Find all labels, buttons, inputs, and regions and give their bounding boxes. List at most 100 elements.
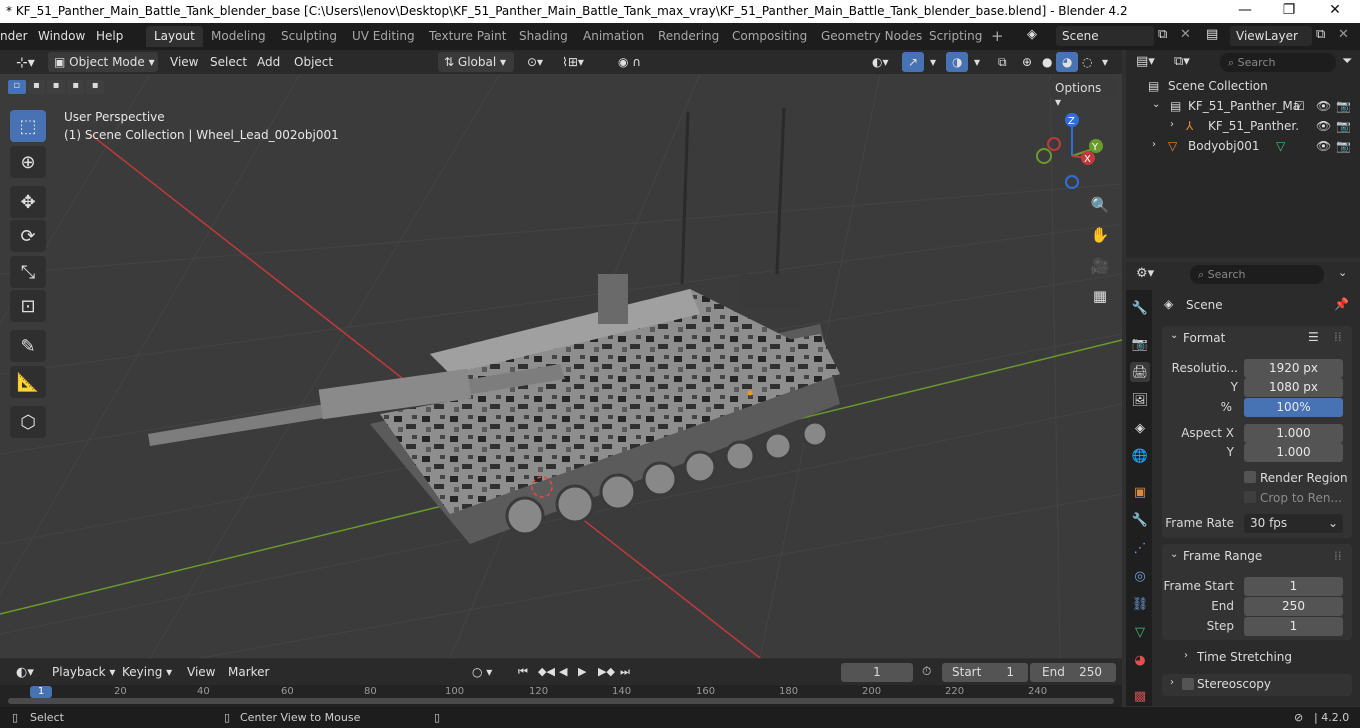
resolution-percent-field[interactable]: 100% — [1244, 398, 1343, 417]
select-intersect-icon[interactable]: ▪ — [86, 80, 104, 94]
preview-range-icon[interactable]: ⏱ — [922, 664, 931, 679]
outliner-editor-icon[interactable]: ▤▾ — [1136, 54, 1155, 69]
end-frame-field[interactable]: End 250 — [1030, 663, 1116, 682]
eye-icon[interactable]: 👁 — [1316, 119, 1331, 133]
current-frame-field[interactable]: 1 — [841, 663, 913, 682]
auto-keying-icon[interactable]: ○ ▾ — [466, 662, 498, 682]
filter-icon[interactable]: ⏷ — [1342, 54, 1352, 69]
drag-handle-icon[interactable]: ⁞⁞ — [1334, 330, 1342, 344]
outliner-row-panther-collection[interactable]: ⌄ ▤ KF_51_Panther_Ma ☑ 👁 📷 — [1126, 97, 1360, 117]
aspect-x-field[interactable]: 1.000 — [1244, 424, 1343, 443]
overlay-toggle-icon[interactable]: ◑ — [946, 52, 969, 72]
scene-tab-icon[interactable]: ◈ — [1130, 418, 1150, 438]
gizmo-dropdown-icon[interactable]: ▾ — [924, 52, 942, 72]
tab-shading[interactable]: Shading — [511, 26, 576, 47]
mode-selector[interactable]: ▣ Object Mode ▾ — [48, 52, 158, 72]
camera-icon[interactable]: 📷 — [1336, 139, 1351, 153]
expand-chevron-icon[interactable]: › — [1170, 677, 1174, 688]
aspect-y-field[interactable]: 1.000 — [1244, 443, 1343, 462]
pin-icon[interactable]: 📌 — [1334, 297, 1349, 311]
stereoscopy-label[interactable]: Stereoscopy — [1197, 677, 1271, 691]
view-layer-tab-icon[interactable]: 🖼 — [1130, 390, 1150, 410]
tab-scripting[interactable]: Scripting — [921, 26, 990, 47]
eye-icon[interactable]: 👁 — [1316, 99, 1331, 113]
constraints-tab-icon[interactable]: ⛓ — [1130, 594, 1150, 614]
pan-hand-icon[interactable]: ✋ — [1087, 222, 1113, 248]
resolution-y-field[interactable]: 1080 px — [1244, 378, 1343, 397]
frame-range-panel-title[interactable]: Frame Range — [1183, 549, 1262, 563]
object-tab-icon[interactable]: ▣ — [1130, 482, 1150, 502]
menu-add[interactable]: Add — [251, 52, 286, 72]
outliner-row-panther-object[interactable]: › ⅄ KF_51_Panther. 👁 📷 — [1126, 117, 1360, 137]
expand-chevron-icon[interactable]: ⌄ — [1152, 99, 1160, 110]
play-reverse-icon[interactable]: ◀ — [553, 662, 573, 682]
particles-tab-icon[interactable]: ⋰ — [1130, 538, 1150, 558]
cursor-tool[interactable]: ⊕ — [10, 146, 46, 178]
output-tab-icon[interactable]: 🖨 — [1130, 362, 1150, 382]
playhead[interactable]: 1 — [30, 686, 52, 698]
camera-view-icon[interactable]: 🎥 — [1087, 253, 1113, 279]
measure-tool[interactable]: 📐 — [10, 366, 46, 398]
transform-orientation-selector[interactable]: ⇅ Global ▾ — [438, 52, 514, 72]
timeline-editor-icon[interactable]: ◐▾ — [10, 662, 40, 682]
tab-animation[interactable]: Animation — [575, 26, 652, 47]
tab-rendering[interactable]: Rendering — [650, 26, 727, 47]
display-mode-icon[interactable]: ⧉▾ — [1174, 54, 1190, 69]
add-cube-tool[interactable]: ⬡ — [10, 406, 46, 438]
checkbox-icon[interactable]: ☑ — [1294, 99, 1305, 113]
close-button[interactable]: ✕ — [1312, 2, 1358, 18]
expand-chevron-icon[interactable]: › — [1152, 139, 1156, 150]
frame-step-field[interactable]: 1 — [1244, 617, 1343, 636]
keying-menu[interactable]: Keying ▾ — [116, 662, 178, 682]
menu-render[interactable]: nder — [0, 29, 28, 43]
scene-selector[interactable]: Scene — [1056, 26, 1154, 46]
new-scene-icon[interactable]: ⧉ — [1158, 27, 1167, 42]
wireframe-shading-icon[interactable]: ⊕ — [1016, 52, 1038, 72]
start-frame-field[interactable]: Start 1 — [942, 663, 1028, 682]
annotate-tool[interactable]: ✎ — [10, 330, 46, 362]
gizmo-toggle-icon[interactable]: ↗ — [902, 52, 925, 72]
select-box-tool[interactable]: ⬚ — [10, 110, 46, 142]
tab-geometry-nodes[interactable]: Geometry Nodes — [813, 26, 930, 47]
menu-window[interactable]: Window — [38, 29, 85, 43]
tool-tab-icon[interactable]: 🔧 — [1130, 298, 1150, 318]
new-view-layer-icon[interactable]: ⧉ — [1316, 27, 1325, 42]
material-tab-icon[interactable]: ◕ — [1130, 650, 1150, 670]
menu-select[interactable]: Select — [204, 52, 253, 72]
timeline-view-menu[interactable]: View — [181, 662, 221, 682]
tab-layout[interactable]: Layout — [146, 26, 203, 47]
maximize-button[interactable]: ❐ — [1266, 2, 1312, 18]
perspective-grid-icon[interactable]: ▦ — [1087, 283, 1113, 309]
camera-icon[interactable]: 📷 — [1336, 99, 1351, 113]
panel-collapse-chevron-icon[interactable]: ⌄ — [1170, 549, 1178, 560]
shading-dropdown-icon[interactable]: ▾ — [1096, 52, 1114, 72]
view-layer-selector[interactable]: ViewLayer — [1230, 26, 1312, 46]
panel-collapse-chevron-icon[interactable]: ⌄ — [1170, 330, 1178, 341]
delete-view-layer-icon[interactable]: ✕ — [1338, 27, 1349, 42]
tab-uv-editing[interactable]: UV Editing — [344, 26, 423, 47]
play-icon[interactable]: ▶ — [572, 662, 592, 682]
minimize-button[interactable]: — — [1222, 2, 1268, 18]
jump-start-icon[interactable]: ⏮ — [512, 662, 534, 682]
render-region-checkbox[interactable] — [1244, 471, 1256, 483]
scale-tool[interactable]: ⤡ — [10, 256, 46, 288]
transform-tool[interactable]: ⊡ — [10, 290, 46, 322]
chevron-down-icon[interactable]: ⌄ — [1338, 266, 1347, 279]
menu-help[interactable]: Help — [96, 29, 123, 43]
data-tab-icon[interactable]: ▽ — [1130, 622, 1150, 642]
navigation-gizmo[interactable]: Z Y X — [1030, 110, 1114, 194]
outliner-search-input[interactable]: ⌕ Search — [1220, 53, 1336, 72]
frame-start-field[interactable]: 1 — [1244, 577, 1343, 596]
texture-tab-icon[interactable]: ▩ — [1130, 686, 1150, 706]
frame-end-field[interactable]: 250 — [1244, 597, 1343, 616]
properties-search-input[interactable]: ⌕ Search — [1190, 265, 1324, 284]
stereoscopy-checkbox[interactable] — [1182, 678, 1194, 690]
physics-tab-icon[interactable]: ◎ — [1130, 566, 1150, 586]
presets-list-icon[interactable]: ☰ — [1308, 330, 1319, 344]
properties-editor-icon[interactable]: ⚙▾ — [1136, 266, 1154, 281]
pivot-point-icon[interactable]: ⊙▾ — [521, 52, 549, 72]
delete-scene-icon[interactable]: ✕ — [1180, 27, 1191, 42]
world-tab-icon[interactable]: 🌐 — [1130, 446, 1150, 466]
outliner-row-scene-collection[interactable]: ▤ Scene Collection — [1126, 77, 1360, 97]
jump-end-icon[interactable]: ⏭ — [614, 662, 636, 682]
